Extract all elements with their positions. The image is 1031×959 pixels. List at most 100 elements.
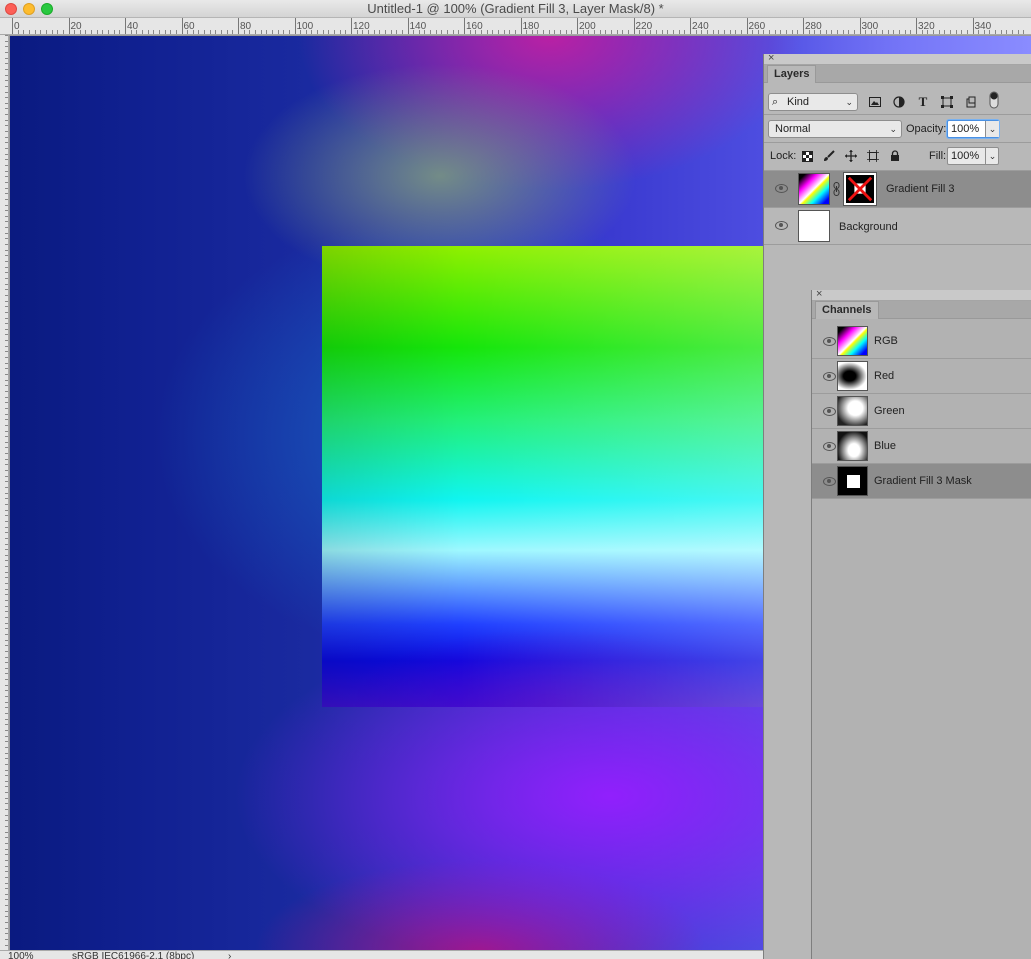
ruler-minor-tick: [5, 498, 8, 500]
filter-smart-objects-icon[interactable]: [963, 94, 979, 110]
document-title: Untitled-1 @ 100% (Gradient Fill 3, Laye…: [367, 1, 664, 16]
opacity-input[interactable]: 100% ⌄: [947, 120, 999, 138]
filter-adjustment-layers-icon[interactable]: [891, 94, 907, 110]
link-chain-icon[interactable]: [833, 182, 840, 199]
ruler-minor-tick: [187, 30, 189, 34]
filter-shape-layers-icon[interactable]: [939, 94, 955, 110]
ruler-minor-tick: [5, 600, 8, 601]
ruler-minor-tick: [5, 97, 8, 99]
search-icon: ⌕: [772, 96, 779, 108]
ruler-minor-tick: [622, 30, 624, 34]
channel-name[interactable]: Green: [874, 405, 905, 417]
tab-channels[interactable]: Channels: [815, 301, 879, 319]
layer-row-background[interactable]: Background: [764, 208, 1031, 245]
ruler-minor-tick: [5, 345, 8, 347]
channel-name[interactable]: Gradient Fill 3 Mask: [874, 475, 972, 487]
visibility-eye-icon[interactable]: [774, 220, 788, 230]
lock-transparent-pixels-icon[interactable]: [799, 148, 815, 164]
ruler-minor-tick: [5, 492, 8, 494]
ruler-minor-tick: [5, 837, 8, 839]
visibility-eye-icon[interactable]: [822, 441, 836, 451]
close-icon[interactable]: ×: [768, 52, 774, 64]
gradient-fill-rectangle[interactable]: [322, 246, 782, 707]
ruler-minor-tick: [5, 543, 8, 545]
ruler-minor-tick: [560, 30, 562, 34]
fill-input[interactable]: 100% ⌄: [947, 147, 999, 165]
layer-row-gradient-fill-3[interactable]: Gradient Fill 3: [764, 171, 1031, 208]
ruler-minor-tick: [5, 616, 8, 618]
channel-row-blue[interactable]: Blue: [812, 429, 1031, 464]
ruler-minor-tick: [5, 40, 8, 42]
ruler-minor-tick: [729, 30, 731, 34]
ruler-minor-tick: [5, 933, 8, 935]
ruler-minor-tick: [51, 30, 53, 34]
zoom-level[interactable]: 100%: [8, 951, 34, 959]
ruler-minor-tick: [1023, 30, 1025, 34]
ruler-minor-tick: [5, 390, 8, 392]
blend-mode-select[interactable]: Normal ⌄: [768, 120, 902, 138]
ruler-minor-tick: [475, 30, 477, 34]
photoshop-window: Untitled-1 @ 100% (Gradient Fill 3, Laye…: [0, 0, 1031, 959]
lock-image-pixels-brush-icon[interactable]: [821, 148, 837, 164]
ruler-minor-tick: [5, 554, 8, 556]
tab-layers[interactable]: Layers: [767, 65, 817, 83]
visibility-eye-icon[interactable]: [822, 336, 836, 346]
filter-toggle-icon[interactable]: [986, 91, 1002, 109]
ruler-minor-tick: [396, 30, 398, 34]
ruler-minor-tick: [5, 769, 8, 771]
ruler-minor-tick: [379, 30, 381, 34]
chevron-down-icon: ⌄: [889, 124, 897, 134]
lock-position-move-icon[interactable]: [843, 148, 859, 164]
ruler-minor-tick: [5, 724, 8, 726]
ruler-minor-tick: [848, 30, 850, 34]
ruler-minor-tick: [175, 30, 177, 34]
ruler-minor-tick: [978, 30, 980, 34]
layer-name[interactable]: Background: [839, 221, 898, 233]
ruler-minor-tick: [480, 30, 482, 34]
status-menu-arrow[interactable]: ›: [228, 951, 231, 959]
channel-row-green[interactable]: Green: [812, 394, 1031, 429]
ruler-minor-tick: [786, 30, 788, 34]
visibility-eye-icon[interactable]: [822, 476, 836, 486]
ruler-minor-tick: [5, 402, 8, 404]
ruler-minor-tick: [5, 842, 8, 844]
channel-name[interactable]: Blue: [874, 440, 896, 452]
horizontal-ruler[interactable]: 0 20 40 60 80 100 120 140 160 180 200 220 240 260 280 3…: [0, 18, 1031, 35]
channel-thumbnail: [837, 361, 868, 391]
ruler-minor-tick: [136, 30, 138, 34]
layer-name[interactable]: Gradient Fill 3: [886, 183, 954, 195]
ruler-major-tick: [238, 18, 239, 34]
ruler-minor-tick: [486, 30, 488, 34]
visibility-eye-icon[interactable]: [822, 371, 836, 381]
ruler-minor-tick: [983, 30, 985, 34]
channel-name[interactable]: Red: [874, 370, 894, 382]
ruler-minor-tick: [543, 30, 545, 34]
layer-filter-kind-select[interactable]: ⌕ Kind ⌄: [768, 93, 858, 111]
ruler-minor-tick: [571, 30, 573, 34]
vertical-ruler[interactable]: [0, 35, 9, 950]
lock-all-icon[interactable]: [887, 148, 903, 164]
channel-row-red[interactable]: Red: [812, 359, 1031, 394]
chevron-down-icon[interactable]: ⌄: [985, 121, 999, 137]
close-icon[interactable]: ×: [816, 288, 822, 300]
ruler-minor-tick: [5, 289, 8, 291]
filter-pixel-layers-icon[interactable]: [867, 94, 883, 110]
channel-row-gradient-fill-3-mask[interactable]: Gradient Fill 3 Mask: [812, 464, 1031, 499]
ruler-minor-tick: [198, 30, 200, 34]
ruler-minor-tick: [865, 30, 867, 34]
channel-row-rgb[interactable]: RGB: [812, 324, 1031, 359]
chevron-down-icon[interactable]: ⌄: [985, 148, 999, 164]
layer-mask-thumbnail[interactable]: [843, 172, 877, 206]
channel-name[interactable]: RGB: [874, 335, 898, 347]
lock-artboard-icon[interactable]: [865, 148, 881, 164]
visibility-eye-icon[interactable]: [774, 183, 788, 193]
ruler-minor-tick: [656, 30, 658, 34]
filter-type-layers-icon[interactable]: T: [915, 94, 931, 110]
ruler-minor-tick: [384, 30, 386, 34]
visibility-eye-icon[interactable]: [822, 406, 836, 416]
ruler-minor-tick: [921, 30, 923, 34]
ruler-minor-tick: [305, 30, 307, 34]
ruler-major-tick: [181, 18, 183, 34]
ruler-minor-tick: [362, 30, 364, 34]
ruler-minor-tick: [5, 803, 8, 805]
